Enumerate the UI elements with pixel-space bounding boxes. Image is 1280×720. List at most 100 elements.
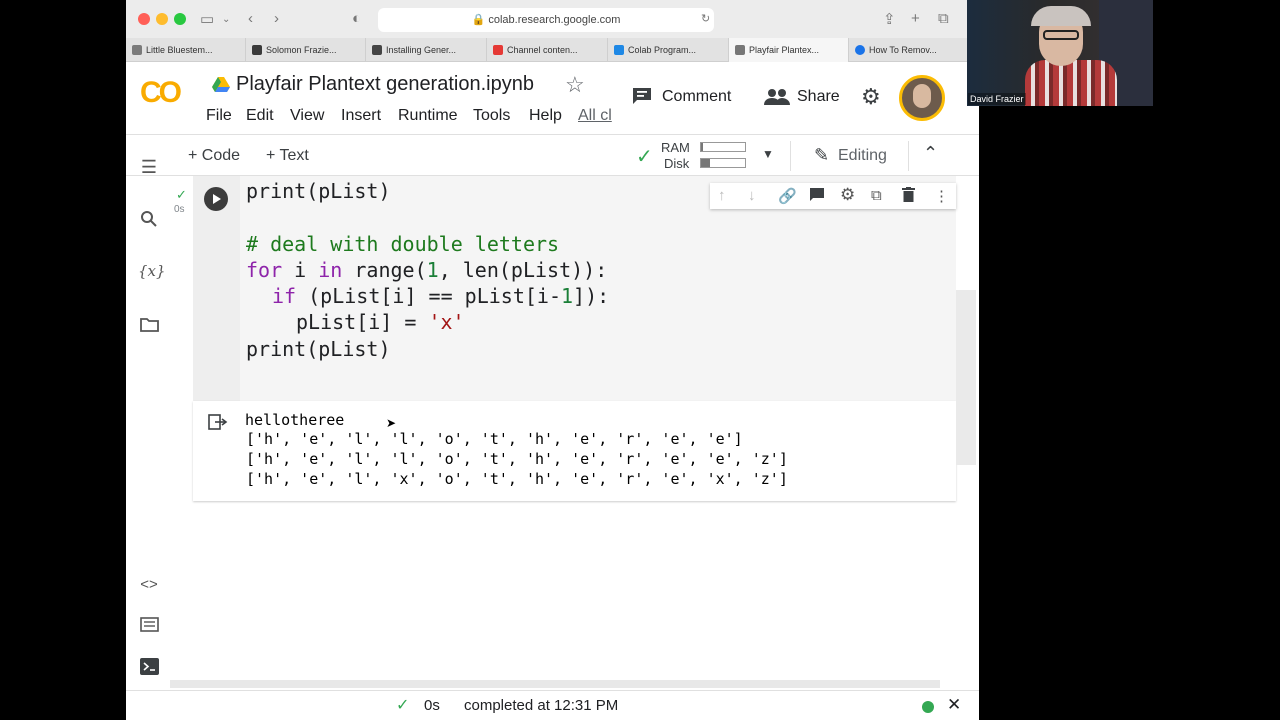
keyword: in — [318, 258, 343, 282]
cell-toolbar: ↑ ↓ 🔗 ⚙ ⧉ ⋮ — [710, 183, 956, 209]
exec-check-icon: ✓ — [176, 187, 187, 202]
table-of-contents-icon[interactable]: ☰ — [138, 157, 160, 178]
tab-label: How To Remov... — [869, 45, 937, 55]
code-line-1: print(pList) — [246, 179, 391, 203]
share-page-icon[interactable]: ⇪ — [883, 10, 896, 28]
back-icon[interactable]: ‹ — [248, 10, 253, 27]
avatar[interactable] — [899, 75, 945, 121]
tab-1[interactable]: Little Bluestem... — [126, 38, 246, 62]
mouse-cursor-icon: ➤ — [386, 416, 397, 430]
chevron-down-icon[interactable]: ⌄ — [222, 14, 230, 25]
code-line-6: print(pList) — [246, 337, 391, 361]
colab-logo[interactable]: CO — [140, 76, 182, 110]
add-code-button[interactable]: + Code — [188, 147, 240, 165]
forward-icon[interactable]: › — [274, 10, 279, 27]
move-up-icon[interactable]: ↑ — [718, 187, 726, 204]
menu-insert[interactable]: Insert — [341, 107, 381, 125]
settings-gear-icon[interactable]: ⚙ — [861, 84, 881, 110]
webcam-video — [967, 0, 1153, 106]
share-button[interactable]: Share — [797, 88, 840, 106]
menu-help[interactable]: Help — [529, 107, 562, 125]
status-message[interactable]: completed at 12:31 PM — [464, 697, 618, 714]
run-cell-button[interactable] — [204, 187, 228, 211]
tab-2[interactable]: Solomon Frazie... — [246, 38, 366, 62]
code-line-5: pList[i] = 'x' — [296, 309, 465, 335]
search-icon[interactable] — [138, 210, 160, 233]
url-text: colab.research.google.com — [488, 14, 621, 26]
horizontal-scrollbar[interactable] — [170, 680, 940, 688]
output-line-2: ['h', 'e', 'l', 'l', 'o', 't', 'h', 'e',… — [246, 430, 743, 448]
notebook-title[interactable]: Playfair Plantext generation.ipynb — [236, 73, 534, 96]
menu-edit[interactable]: Edit — [246, 107, 274, 125]
cell-settings-gear-icon[interactable]: ⚙ — [840, 185, 855, 205]
tab-5[interactable]: Colab Program... — [608, 38, 729, 62]
tab-label: Channel conten... — [507, 45, 578, 55]
comment-cell-icon[interactable] — [809, 187, 825, 206]
code-text: , len(pList)): — [438, 258, 608, 282]
reload-icon[interactable]: ↻ — [701, 12, 710, 25]
keyword: for — [246, 258, 283, 282]
menu-view[interactable]: View — [290, 107, 324, 125]
tab-label: Solomon Frazie... — [266, 45, 337, 55]
favicon-icon — [735, 45, 745, 55]
address-bar[interactable]: 🔒 colab.research.google.com — [378, 8, 714, 32]
notebook-toolbar: + Code + Text ✓ RAM Disk ▼ ✎ Editing ⌃ — [126, 134, 979, 176]
webcam-glasses — [1043, 30, 1079, 40]
shield-icon[interactable]: ◐ — [352, 10, 361, 27]
tab-overview-icon[interactable]: ⧉ — [938, 10, 949, 27]
menu-file[interactable]: File — [206, 107, 232, 125]
number-literal: 1 — [426, 258, 439, 282]
status-bar: ✓ 0s completed at 12:31 PM ✕ — [126, 690, 979, 720]
tab-label: Little Bluestem... — [146, 45, 213, 55]
menu-tools[interactable]: Tools — [473, 107, 510, 125]
favicon-icon — [252, 45, 262, 55]
vertical-scrollbar[interactable] — [956, 290, 976, 465]
tab-3[interactable]: Installing Gener... — [366, 38, 487, 62]
output-actions-icon[interactable] — [208, 414, 228, 430]
all-changes-link[interactable]: All cl — [578, 107, 614, 125]
status-check-icon: ✓ — [396, 697, 410, 714]
minimize-window-button[interactable] — [156, 13, 168, 25]
mirror-cell-icon[interactable]: ⧉ — [871, 187, 882, 204]
favicon-icon — [132, 45, 142, 55]
sidebar-toggle-icon[interactable]: ▭ — [200, 10, 214, 28]
tab-label: Installing Gener... — [386, 45, 457, 55]
folder-icon[interactable] — [138, 316, 160, 337]
more-options-icon[interactable]: ⋮ — [934, 187, 949, 205]
ram-meter[interactable] — [700, 142, 746, 152]
webcam-hair — [1031, 6, 1091, 26]
zoom-window-button[interactable] — [174, 13, 186, 25]
code-line-4: if (pList[i] == pList[i-1]): — [272, 283, 609, 309]
star-icon[interactable]: ☆ — [565, 72, 585, 98]
close-status-icon[interactable]: ✕ — [947, 695, 961, 715]
collapse-header-icon[interactable]: ⌃ — [923, 143, 938, 164]
tab-4[interactable]: Channel conten... — [487, 38, 608, 62]
close-window-button[interactable] — [138, 13, 150, 25]
drive-icon — [212, 77, 230, 92]
new-tab-icon[interactable]: + — [911, 10, 920, 27]
link-icon[interactable]: 🔗 — [778, 187, 797, 205]
runtime-dropdown-icon[interactable]: ▼ — [762, 147, 774, 161]
move-down-icon[interactable]: ↓ — [748, 187, 756, 204]
variables-icon[interactable]: {x} — [138, 262, 166, 280]
code-snippets-icon[interactable]: <> — [138, 576, 160, 593]
tab-6[interactable]: Playfair Plantex... — [729, 38, 849, 62]
add-text-button[interactable]: + Text — [266, 147, 309, 165]
tab-strip: Little Bluestem... Solomon Frazie... Ins… — [126, 38, 979, 62]
disk-meter[interactable] — [700, 158, 746, 168]
comment-button[interactable]: Comment — [662, 88, 731, 106]
favicon-icon — [493, 45, 503, 55]
terminal-icon[interactable] — [138, 658, 160, 680]
disk-label: Disk — [664, 156, 690, 171]
webcam-name-label: David Frazier — [968, 93, 1026, 105]
tab-7[interactable]: How To Remov... — [849, 38, 979, 62]
delete-trash-icon[interactable] — [902, 187, 915, 206]
number-literal: 1 — [561, 284, 574, 308]
menu-runtime[interactable]: Runtime — [398, 107, 458, 125]
command-palette-icon[interactable] — [138, 616, 160, 637]
output-line-3: ['h', 'e', 'l', 'l', 'o', 't', 'h', 'e',… — [246, 450, 788, 468]
editing-mode-button[interactable]: Editing — [838, 147, 887, 165]
code-text: i — [282, 258, 319, 282]
status-dot — [922, 701, 934, 713]
tab-label: Colab Program... — [628, 45, 697, 55]
